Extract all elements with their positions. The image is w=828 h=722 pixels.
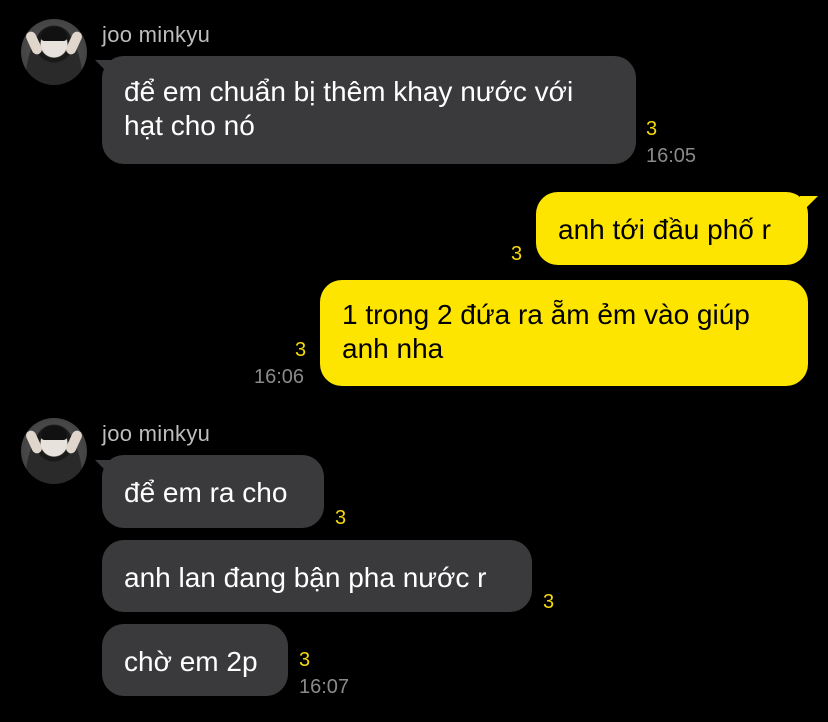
avatar-hair xyxy=(41,426,67,440)
message-bubble[interactable]: để em chuẩn bị thêm khay nước với hạt ch… xyxy=(102,56,636,164)
sender-name: joo minkyu xyxy=(102,22,211,47)
unread-count: 3 xyxy=(295,339,307,361)
unread-count: 3 xyxy=(299,649,311,671)
message-bubble[interactable]: để em ra cho xyxy=(102,455,324,528)
message-text-line: để em chuẩn bị thêm khay nước với xyxy=(124,76,574,107)
sender-name: joo minkyu xyxy=(102,421,211,446)
sender-avatar[interactable] xyxy=(21,19,87,85)
message-text-line: 1 trong 2 đứa ra ẵm ẻm vào giúp xyxy=(342,299,750,330)
unread-count: 3 xyxy=(646,118,658,140)
message-text: anh lan đang bận pha nước r xyxy=(124,562,487,593)
unread-count: 3 xyxy=(335,507,347,529)
message-text-line: hạt cho nó xyxy=(124,110,255,141)
message-time: 16:07 xyxy=(299,676,350,698)
message-text: để em ra cho xyxy=(124,477,288,508)
avatar-arm-right xyxy=(64,30,84,56)
avatar-arm-right xyxy=(64,429,84,455)
message-time: 16:05 xyxy=(646,145,697,167)
message-text: anh tới đầu phố r xyxy=(558,214,771,245)
message-bubble[interactable]: anh lan đang bận pha nước r xyxy=(102,540,532,612)
message-bubble-outgoing[interactable]: 1 trong 2 đứa ra ẵm ẻm vào giúp anh nha xyxy=(320,280,808,386)
message-bubble[interactable]: chờ em 2p xyxy=(102,624,288,696)
avatar-hair xyxy=(41,27,67,41)
sender-avatar[interactable] xyxy=(21,418,87,484)
message-text-line: anh nha xyxy=(342,333,444,364)
message-time: 16:06 xyxy=(254,366,305,388)
message-text: chờ em 2p xyxy=(124,646,258,677)
unread-count: 3 xyxy=(543,591,555,613)
unread-count: 3 xyxy=(511,243,523,265)
message-bubble-outgoing[interactable]: anh tới đầu phố r xyxy=(536,192,808,265)
